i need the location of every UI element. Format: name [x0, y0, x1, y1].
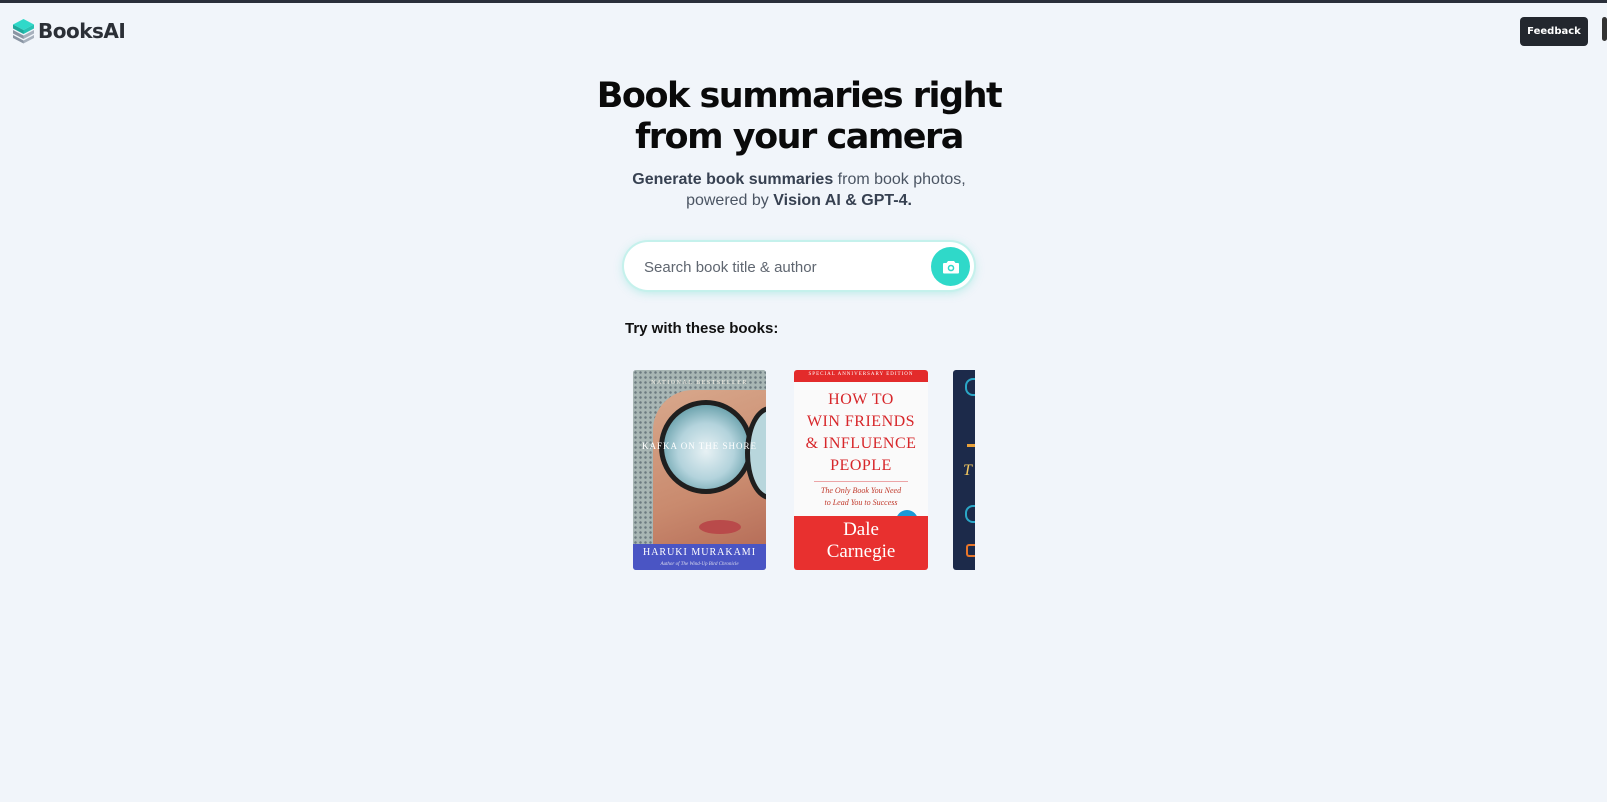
- feedback-button[interactable]: Feedback: [1520, 17, 1588, 46]
- page-scrollbar[interactable]: [1596, 3, 1607, 802]
- search-input[interactable]: [642, 242, 916, 292]
- book-cover-tagline: NATIONAL BESTSELLER: [651, 380, 748, 386]
- book-author-line: Carnegie: [826, 541, 896, 562]
- subtitle-bold-1: Generate book summaries: [632, 171, 834, 188]
- search-bar: [624, 242, 974, 292]
- subtitle-text-2: powered by: [686, 192, 774, 209]
- book-cover-ornament: [965, 378, 975, 396]
- book-card-kafka-on-the-shore[interactable]: NATIONAL BESTSELLER KAFKA ON THE SHORE H…: [633, 370, 766, 570]
- book-cover-ornament: [966, 544, 975, 557]
- book-card-how-to-win-friends[interactable]: SPECIAL ANNIVERSARY EDITION HOW TO WIN F…: [794, 370, 928, 570]
- book-subtitle-line: to Lead You to Success: [824, 498, 898, 507]
- try-books-label: Try with these books:: [625, 320, 779, 337]
- book-cover-ornament: [965, 505, 975, 523]
- book-author-line: Dale: [843, 519, 879, 540]
- app-logo[interactable]: BooksAI: [12, 18, 126, 44]
- book-subtitle-line: The Only Book You Need: [820, 486, 902, 495]
- book-title-line: & INFLUENCE: [805, 435, 917, 452]
- window-top-border: [0, 0, 1607, 3]
- camera-icon: [942, 260, 959, 273]
- subtitle-text-1: from book photos,: [833, 171, 966, 188]
- book-title-letter: T: [963, 462, 972, 479]
- book-cover-lips: [699, 520, 741, 534]
- camera-button[interactable]: [931, 247, 970, 286]
- book-title-line: PEOPLE: [830, 457, 892, 474]
- subtitle-bold-2: Vision AI & GPT-4.: [773, 192, 912, 209]
- app-name: BooksAI: [38, 19, 126, 43]
- scrollbar-thumb[interactable]: [1602, 17, 1607, 41]
- title-line-2: from your camera: [635, 117, 964, 157]
- book-title: KAFKA ON THE SHORE: [641, 441, 758, 451]
- page-title: Book summaries right from your camera: [575, 76, 1023, 158]
- book-author: Dale Carnegie: [794, 519, 928, 563]
- book-title: HOW TO WIN FRIENDS & INFLUENCE PEOPLE: [794, 389, 928, 477]
- page-subtitle: Generate book summaries from book photos…: [575, 169, 1023, 211]
- book-card-partial[interactable]: T: [953, 370, 975, 570]
- book-edition: SPECIAL ANNIVERSARY EDITION: [808, 372, 914, 377]
- book-cover-ornament: [967, 444, 975, 447]
- book-subtitle: The Only Book You Need to Lead You to Su…: [794, 485, 928, 509]
- stacked-books-icon: [13, 19, 34, 44]
- book-subline: Author of The Wind-Up Bird Chronicle: [660, 562, 739, 567]
- book-cover-divider: [814, 481, 908, 482]
- book-title-line: HOW TO: [828, 391, 894, 408]
- book-title-line: WIN FRIENDS: [806, 413, 916, 430]
- title-line-1: Book summaries right: [596, 76, 1003, 116]
- book-author: HARUKI MURAKAMI: [642, 547, 757, 558]
